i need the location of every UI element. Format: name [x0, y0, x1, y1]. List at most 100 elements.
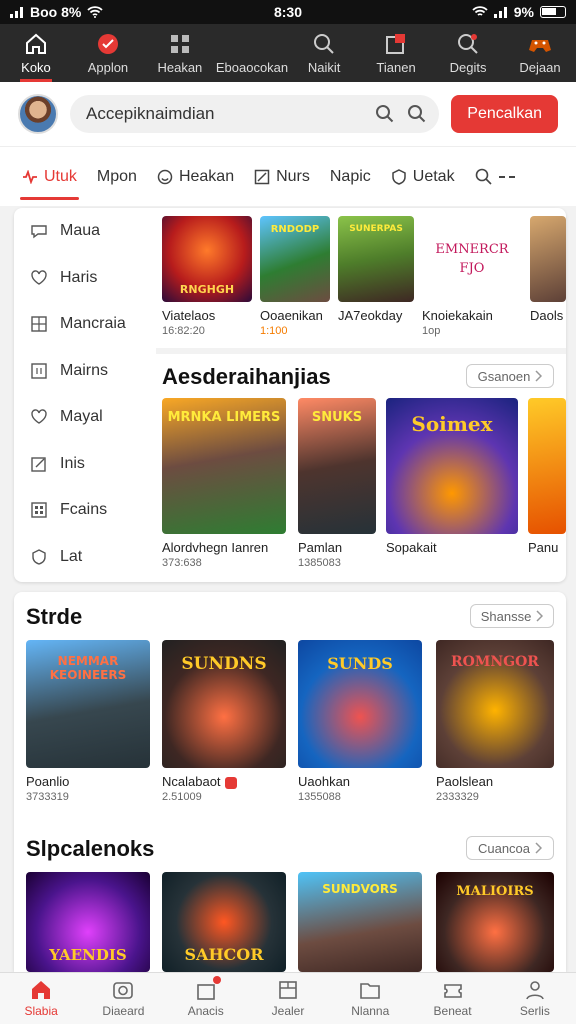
carrier-label: Boo 8% [30, 4, 82, 20]
top-nav-home[interactable]: Koko [0, 24, 72, 82]
category-item[interactable]: Mairns [14, 348, 154, 395]
game-meta: 1op [422, 325, 441, 337]
game-meta: 1385083 [298, 557, 341, 569]
top-nav-label: Eboaocokan [215, 59, 289, 75]
category-item[interactable]: Mancraia [14, 301, 154, 348]
bottom-nav-user[interactable]: Serlis [494, 973, 576, 1024]
art-title: SUNDS [327, 654, 393, 673]
top-nav-controller[interactable]: Dejaan [504, 24, 576, 82]
bottom-nav-label: Nlanna [351, 1004, 390, 1018]
tab-uetak[interactable]: Uetak [381, 147, 465, 206]
game-tile[interactable]: ROMNGOR Paolslean 2333329 [436, 640, 554, 803]
tab-mpon[interactable]: Mpon [87, 147, 147, 206]
game-meta: 16:82:20 [162, 325, 205, 337]
bottom-nav-label: Slabia [24, 1004, 58, 1018]
top-nav-label: Dejaan [519, 59, 561, 75]
game-meta: 2333329 [436, 791, 479, 803]
game-tile[interactable]: Daols [530, 216, 566, 323]
category-item[interactable]: Inis [14, 441, 154, 488]
camera-icon [113, 982, 134, 999]
frame-icon [31, 363, 47, 379]
art-title: RNGHGH [179, 283, 235, 296]
battery-percent: 9% [513, 4, 534, 20]
tab-heakan[interactable]: Heakan [147, 147, 244, 206]
bottom-nav-camera[interactable]: Diaeard [82, 973, 164, 1024]
chevron-right-icon [536, 610, 544, 622]
top-nav-category[interactable]: Eboaocokan [216, 24, 288, 82]
bottom-nav-folder[interactable]: Nlanna [329, 973, 411, 1024]
game-tile[interactable]: EMNERCR FJO Knoiekakain 1op [422, 216, 522, 337]
game-tile[interactable]: SUNERPAS JA7eokday [338, 216, 414, 325]
avatar[interactable] [18, 94, 58, 134]
notification-icon [384, 32, 408, 56]
game-art [528, 398, 566, 534]
category-item[interactable]: Lat [14, 534, 154, 581]
heart-icon [31, 270, 47, 285]
art-title: MALIOIRS [456, 884, 534, 899]
see-all-button[interactable]: Cuancoa [466, 836, 554, 860]
top-nav-search[interactable]: Naikit [288, 24, 360, 82]
game-tile[interactable]: NEMMAR KEOINEERS Poanlio 3733319 [26, 640, 150, 803]
game-tile[interactable]: SUNDVORS [298, 872, 422, 972]
bottom-nav-label: Anacis [187, 1004, 224, 1018]
tab-label: Napic [329, 167, 371, 185]
tab-bar: Utuk Mpon Heakan Nurs Napic Uetak [0, 146, 576, 206]
grid-icon [31, 316, 47, 332]
top-nav-notification[interactable]: Tianen [360, 24, 432, 82]
game-title: Alordvhegn Ianren [162, 540, 269, 555]
art-title: ROMNGOR [451, 654, 539, 670]
bottom-nav-box[interactable]: Jealer [247, 973, 329, 1024]
ticket-icon [443, 984, 462, 998]
bottom-nav-home[interactable]: Slabia [0, 973, 82, 1024]
art-title: RNDODP [270, 224, 320, 235]
game-tile[interactable]: MALIOIRS [436, 872, 554, 972]
see-all-button[interactable]: Shansse [470, 604, 554, 628]
home-icon [24, 32, 48, 56]
game-title-text: Ncalabaot [162, 774, 221, 789]
game-tile[interactable]: SNUKS Pamlan 1385083 [298, 398, 376, 569]
game-tile[interactable]: SAHCOR [162, 872, 286, 972]
category-item[interactable]: Fcains [14, 487, 154, 534]
content-panel: Strde Shansse NEMMAR KEOINEERS Poanlio 3… [14, 592, 566, 972]
top-nav-label: Applon [87, 59, 129, 75]
search-input[interactable] [86, 104, 364, 124]
tab-nurs[interactable]: Nurs [244, 147, 320, 206]
see-all-button[interactable]: Gsanoen [466, 364, 554, 388]
notification-dot [212, 976, 221, 984]
game-tile[interactable]: RNDODP Ooaenikan 1:100 [260, 216, 330, 337]
tab-label: Uetak [412, 167, 455, 185]
game-art: Soimex [386, 398, 518, 534]
game-tile[interactable]: MRNKA LIMERS Alordvhegn Ianren 373:638 [162, 398, 286, 569]
tab-napic[interactable]: Napic [320, 147, 381, 206]
top-nav-label: Heakan [157, 59, 203, 75]
box-icon [279, 981, 297, 999]
art-title: EMNERCR FJO [435, 241, 509, 277]
top-nav-search-alert[interactable]: Degits [432, 24, 504, 82]
category-item[interactable]: Maua [14, 208, 154, 255]
bottom-nav-label: Serlis [519, 1004, 550, 1018]
top-nav-app[interactable]: Applon [72, 24, 144, 82]
category-item[interactable]: Haris [14, 255, 154, 302]
game-tile[interactable]: YAENDIS [26, 872, 150, 972]
bag-icon [195, 976, 221, 1001]
game-art: SUNDNS [162, 640, 286, 768]
bottom-nav-label: Beneat [433, 1004, 472, 1018]
game-tile[interactable]: SUNDS Uaohkan 1355088 [298, 640, 422, 803]
tab-label: Nurs [276, 167, 310, 185]
signal-icon [493, 7, 507, 18]
game-tile[interactable]: Soimex Sopakait [386, 398, 518, 557]
chevron-right-icon [535, 370, 543, 382]
category-item[interactable]: Mayal [14, 394, 154, 441]
bottom-nav-bag[interactable]: Anacis [165, 973, 247, 1024]
tab-search-more[interactable] [465, 147, 525, 206]
search-submit-button[interactable]: Pencalkan [451, 95, 558, 133]
tab-utuk[interactable]: Utuk [12, 147, 87, 206]
game-tile[interactable]: Panu [528, 398, 566, 555]
game-tile[interactable]: SUNDNS Ncalabaot 2.51009 [162, 640, 286, 803]
bottom-nav-ticket[interactable]: Beneat [411, 973, 493, 1024]
voice-search-icon[interactable] [407, 104, 427, 124]
tab-label: Mpon [96, 167, 137, 185]
top-nav-grid[interactable]: Heakan [144, 24, 216, 82]
game-tile[interactable]: RNGHGH Viatelaos 16:82:20 [162, 216, 252, 337]
search-icon[interactable] [375, 104, 395, 124]
